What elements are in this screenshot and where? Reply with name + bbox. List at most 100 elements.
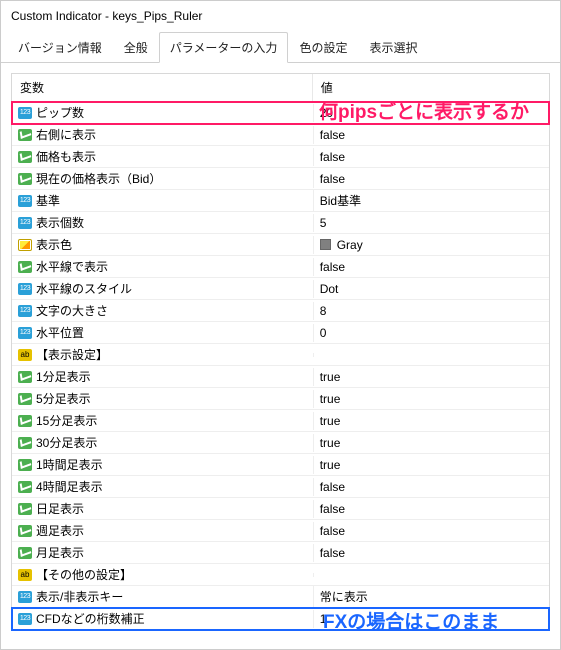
bool-type-icon — [18, 415, 32, 427]
tab-content: 変数 値 ピップ数20右側に表示false価格も表示false現在の価格表示（B… — [1, 63, 560, 649]
bool-type-icon — [18, 481, 32, 493]
param-name-cell: 表示個数 — [12, 212, 313, 233]
param-name-cell: 週足表示 — [12, 520, 313, 541]
param-value-cell[interactable]: false — [313, 478, 549, 496]
tab-version[interactable]: バージョン情報 — [7, 32, 113, 63]
param-value-label: true — [320, 370, 341, 384]
param-name-cell: 月足表示 — [12, 542, 313, 563]
param-value-cell[interactable]: true — [313, 390, 549, 408]
table-row[interactable]: 表示/非表示キー 常に表示 — [12, 586, 549, 608]
param-name-label: 水平位置 — [36, 324, 84, 341]
table-row[interactable]: 月足表示 false — [12, 542, 549, 564]
param-value-cell[interactable]: Gray — [313, 236, 549, 254]
param-value-cell[interactable]: 常に表示 — [313, 586, 549, 607]
param-value-cell[interactable]: false — [313, 258, 549, 276]
grid-body: ピップ数20右側に表示false価格も表示false現在の価格表示（Bid）fa… — [12, 102, 549, 630]
tab-colors[interactable]: 色の設定 — [288, 32, 358, 63]
header-value[interactable]: 値 — [313, 74, 549, 101]
param-name-cell: CFDなどの桁数補正 — [12, 608, 313, 629]
param-value-label: true — [320, 436, 341, 450]
param-name-cell: 価格も表示 — [12, 146, 313, 167]
table-row[interactable]: ピップ数20 — [12, 102, 549, 124]
param-value-label: 1 — [320, 612, 327, 626]
tab-parameters[interactable]: パラメーターの入力 — [159, 32, 289, 63]
param-value-label: Bid基準 — [320, 192, 361, 209]
param-value-cell[interactable]: true — [313, 368, 549, 386]
param-value-cell[interactable]: Dot — [313, 280, 549, 298]
bool-type-icon — [18, 503, 32, 515]
param-name-label: 表示個数 — [36, 214, 84, 231]
table-row[interactable]: 5分足表示 true — [12, 388, 549, 410]
bool-type-icon — [18, 129, 32, 141]
str-type-icon — [18, 569, 32, 581]
table-row[interactable]: 右側に表示false — [12, 124, 549, 146]
table-row[interactable]: CFDなどの桁数補正 1 — [12, 608, 549, 630]
table-row[interactable]: 水平線で表示false — [12, 256, 549, 278]
param-name-label: 現在の価格表示（Bid） — [36, 170, 161, 187]
grid-header: 変数 値 — [12, 74, 549, 102]
param-name-label: 【その他の設定】 — [36, 566, 132, 583]
header-variable[interactable]: 変数 — [12, 74, 313, 101]
table-row[interactable]: 【その他の設定】 — [12, 564, 549, 586]
param-value-cell[interactable] — [313, 573, 549, 577]
param-value-cell[interactable]: false — [313, 170, 549, 188]
param-name-label: 5分足表示 — [36, 390, 91, 407]
parameter-grid: 変数 値 ピップ数20右側に表示false価格も表示false現在の価格表示（B… — [11, 73, 550, 631]
table-row[interactable]: 表示色Gray — [12, 234, 549, 256]
param-value-cell[interactable]: true — [313, 412, 549, 430]
table-row[interactable]: 4時間足表示false — [12, 476, 549, 498]
table-row[interactable]: 現在の価格表示（Bid） false — [12, 168, 549, 190]
int-type-icon — [18, 283, 32, 295]
param-name-label: 1分足表示 — [36, 368, 91, 385]
table-row[interactable]: 文字の大きさ 8 — [12, 300, 549, 322]
param-value-cell[interactable]: 5 — [313, 214, 549, 232]
bool-type-icon — [18, 173, 32, 185]
param-name-label: 文字の大きさ — [36, 302, 108, 319]
table-row[interactable]: 表示個数 5 — [12, 212, 549, 234]
param-value-label: false — [320, 524, 345, 538]
param-value-cell[interactable]: 0 — [313, 324, 549, 342]
param-value-cell[interactable]: 8 — [313, 302, 549, 320]
bool-type-icon — [18, 459, 32, 471]
param-value-cell[interactable]: false — [313, 126, 549, 144]
param-value-cell[interactable]: false — [313, 544, 549, 562]
param-name-cell: 表示/非表示キー — [12, 586, 313, 607]
param-value-cell[interactable]: true — [313, 456, 549, 474]
table-row[interactable]: 基準 Bid基準 — [12, 190, 549, 212]
param-name-cell: 右側に表示 — [12, 124, 313, 145]
param-name-cell: 【表示設定】 — [12, 344, 313, 365]
int-type-icon — [18, 613, 32, 625]
table-row[interactable]: 週足表示 false — [12, 520, 549, 542]
table-row[interactable]: 1分足表示 true — [12, 366, 549, 388]
param-name-label: 表示/非表示キー — [36, 588, 123, 605]
table-row[interactable]: 【表示設定】 — [12, 344, 549, 366]
tab-display[interactable]: 表示選択 — [358, 32, 428, 63]
param-value-cell[interactable]: 20 — [313, 104, 549, 122]
table-row[interactable]: 30分足表示true — [12, 432, 549, 454]
param-name-label: 1時間足表示 — [36, 456, 103, 473]
table-row[interactable]: 水平位置 0 — [12, 322, 549, 344]
tab-general[interactable]: 全般 — [113, 32, 159, 63]
window-title: Custom Indicator - keys_Pips_Ruler — [1, 1, 560, 29]
param-value-cell[interactable]: false — [313, 500, 549, 518]
table-row[interactable]: 水平線のスタイルDot — [12, 278, 549, 300]
int-type-icon — [18, 327, 32, 339]
tab-bar: バージョン情報 全般 パラメーターの入力 色の設定 表示選択 — [1, 29, 560, 63]
table-row[interactable]: 15分足表示true — [12, 410, 549, 432]
param-name-cell: 水平位置 — [12, 322, 313, 343]
bool-type-icon — [18, 393, 32, 405]
param-value-cell[interactable]: true — [313, 434, 549, 452]
param-value-cell[interactable]: false — [313, 148, 549, 166]
param-value-cell[interactable]: false — [313, 522, 549, 540]
param-value-cell[interactable]: 1 — [313, 610, 549, 628]
param-name-cell: ピップ数 — [12, 102, 313, 123]
param-name-cell: 基準 — [12, 190, 313, 211]
param-name-label: 日足表示 — [36, 500, 84, 517]
table-row[interactable]: 日足表示 false — [12, 498, 549, 520]
param-name-label: 月足表示 — [36, 544, 84, 561]
table-row[interactable]: 1時間足表示 true — [12, 454, 549, 476]
param-value-cell[interactable] — [313, 353, 549, 357]
table-row[interactable]: 価格も表示false — [12, 146, 549, 168]
param-value-cell[interactable]: Bid基準 — [313, 190, 549, 211]
param-value-label: 5 — [320, 216, 327, 230]
